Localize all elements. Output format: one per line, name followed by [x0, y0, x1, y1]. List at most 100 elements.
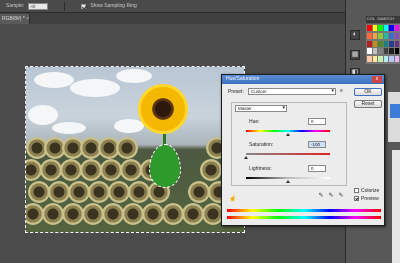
show-sampling-ring-checkbox[interactable]	[81, 3, 87, 9]
sunflower-bloom	[62, 203, 84, 225]
tab-color[interactable]: COL	[367, 16, 375, 23]
swatch[interactable]	[394, 40, 399, 47]
colorize-label: Colorize	[361, 188, 380, 194]
swatch[interactable]	[372, 25, 377, 31]
color-bar-output	[227, 216, 381, 219]
colorize-checkbox[interactable]	[354, 188, 359, 193]
swatch[interactable]	[389, 40, 394, 47]
swatch[interactable]	[372, 48, 377, 55]
lightness-label: Lightness:	[249, 166, 272, 172]
document-tab[interactable]: RGB/8#) * ×	[0, 14, 30, 24]
show-sampling-ring-label: Show Sampling Ring	[90, 3, 137, 9]
eyedropper-icon[interactable]: ✎	[318, 193, 324, 200]
sunflower-bloom	[60, 159, 82, 181]
close-icon[interactable]: x	[372, 76, 382, 83]
saturation-slider[interactable]	[246, 153, 330, 155]
sunflower-bloom	[42, 203, 64, 225]
sunflower-bloom	[128, 181, 150, 203]
eyedropper-plus-icon[interactable]: ✎	[328, 193, 334, 200]
ok-button[interactable]: OK	[354, 88, 382, 96]
swatch[interactable]	[394, 25, 399, 31]
sunflower-leaf	[149, 144, 181, 188]
lightness-field[interactable]: 0	[308, 165, 326, 172]
saturation-slider-thumb[interactable]	[244, 156, 248, 159]
sample-select[interactable]: All Layers	[28, 2, 49, 14]
layers-panel	[388, 92, 400, 142]
hue-label: Hue:	[249, 119, 260, 125]
sunflower-bloom	[88, 181, 110, 203]
swatch[interactable]	[389, 48, 394, 55]
sunflower-bloom	[48, 181, 70, 203]
preview-checkbox[interactable]	[354, 196, 359, 201]
swatches-panel-icon[interactable]: ▦	[350, 50, 360, 60]
selected-layer[interactable]	[390, 104, 400, 118]
swatch[interactable]	[372, 32, 377, 39]
swatch[interactable]	[378, 48, 383, 55]
dialog-title: Hue/Saturation	[226, 76, 260, 82]
sunflower-bloom	[82, 203, 104, 225]
swatch[interactable]	[383, 25, 388, 31]
swatch[interactable]	[394, 48, 399, 55]
sunflower-bloom	[142, 203, 164, 225]
lightness-slider[interactable]	[246, 177, 330, 179]
sunflower-row	[26, 159, 244, 181]
sunflower-bloom	[182, 203, 204, 225]
swatch[interactable]	[367, 25, 372, 31]
swatch[interactable]	[378, 25, 383, 31]
options-bar: Sample: All Layers Show Sampling Ring	[0, 0, 345, 14]
channel-dropdown[interactable]: Master	[235, 105, 287, 112]
preset-dropdown[interactable]: Custom	[248, 88, 336, 95]
hue-saturation-dialog: Hue/Saturation x Preset: Custom ≡ OK Res…	[221, 74, 385, 226]
sunflower-bloom	[188, 181, 210, 203]
selected-sunflower	[138, 84, 188, 134]
sunflower-bloom	[122, 203, 144, 225]
tab-swatches[interactable]: SWATCH	[377, 16, 394, 23]
swatch[interactable]	[383, 48, 388, 55]
hue-field[interactable]: 0	[308, 118, 326, 125]
swatch[interactable]	[367, 32, 372, 39]
swatch[interactable]	[367, 40, 372, 47]
hue-slider[interactable]	[246, 130, 330, 132]
swatch[interactable]	[383, 32, 388, 39]
lightness-slider-thumb[interactable]	[286, 180, 290, 183]
swatch[interactable]	[378, 56, 383, 63]
sunflower-bloom	[100, 159, 122, 181]
preset-options-icon[interactable]: ≡	[340, 88, 343, 94]
dialog-titlebar[interactable]: Hue/Saturation x	[222, 75, 384, 84]
sunflower-bloom	[68, 181, 90, 203]
swatch[interactable]	[389, 56, 394, 63]
swatch[interactable]	[389, 32, 394, 39]
swatch[interactable]	[367, 48, 372, 55]
saturation-field[interactable]: -100	[308, 141, 326, 148]
preview-label: Preview	[361, 196, 379, 202]
panel-area	[392, 150, 400, 263]
sunflower-bloom	[162, 203, 184, 225]
color-panel-icon[interactable]: ◐	[350, 30, 360, 40]
swatch[interactable]	[372, 40, 377, 47]
swatch[interactable]	[394, 56, 399, 63]
document-image[interactable]	[25, 66, 245, 233]
sunflower-bloom	[40, 159, 62, 181]
eyedropper-minus-icon[interactable]: ✎	[338, 193, 344, 200]
targeted-adjustment-icon[interactable]: ☝	[229, 195, 236, 202]
hue-slider-thumb[interactable]	[286, 133, 290, 136]
sunflower-bloom	[108, 181, 130, 203]
cloud	[34, 72, 74, 88]
swatch[interactable]	[383, 56, 388, 63]
cloud	[52, 122, 86, 134]
swatch[interactable]	[383, 40, 388, 47]
swatch[interactable]	[394, 32, 399, 39]
swatch[interactable]	[378, 32, 383, 39]
sunflower-row	[26, 181, 244, 203]
sunflower-bloom	[28, 181, 50, 203]
swatch[interactable]	[372, 56, 377, 63]
swatch[interactable]	[389, 25, 394, 31]
swatch[interactable]	[378, 40, 383, 47]
cloud	[28, 105, 58, 125]
panel-tabs: COL SWATCH	[366, 16, 400, 23]
sunflower-bloom	[102, 203, 124, 225]
close-icon[interactable]: ×	[26, 16, 29, 22]
reset-button[interactable]: Reset	[354, 100, 382, 108]
swatch[interactable]	[367, 56, 372, 63]
sunflower-bloom	[200, 159, 222, 181]
